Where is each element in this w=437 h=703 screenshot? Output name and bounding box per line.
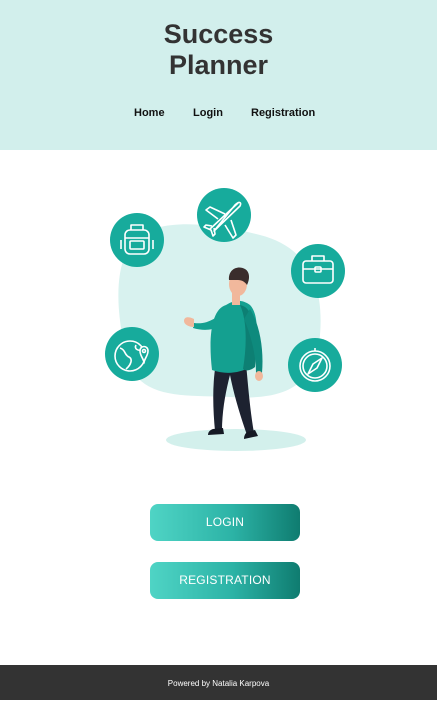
footer: Powered by Natalia Karpova bbox=[0, 665, 437, 700]
nav-login-link[interactable]: Login bbox=[193, 107, 223, 119]
app-title: Success Planner bbox=[163, 19, 274, 80]
airplane-icon bbox=[197, 188, 251, 242]
backpack-icon bbox=[110, 213, 164, 267]
ground-shadow bbox=[166, 429, 306, 451]
footer-credit: Powered by Natalia Karpova bbox=[167, 679, 270, 688]
login-button[interactable]: LOGIN bbox=[150, 504, 300, 541]
nav-home-link[interactable]: Home bbox=[134, 107, 165, 119]
header: Success Planner Home Login Registration bbox=[0, 0, 437, 150]
hero-illustration bbox=[105, 188, 345, 451]
main-nav: Home Login Registration bbox=[0, 107, 437, 123]
globe-location-icon bbox=[105, 327, 159, 381]
compass-icon bbox=[288, 338, 342, 392]
briefcase-icon bbox=[291, 244, 345, 298]
registration-button[interactable]: REGISTRATION bbox=[150, 562, 300, 599]
nav-registration-link[interactable]: Registration bbox=[251, 107, 315, 119]
